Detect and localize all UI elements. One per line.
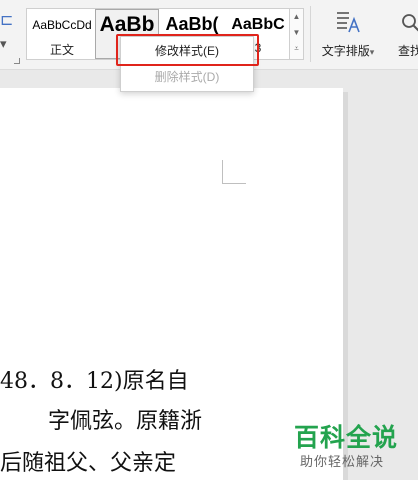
- find-replace-label: 查找: [398, 44, 418, 58]
- expand-gallery-icon[interactable]: ⩡: [290, 41, 303, 57]
- chevron-down-icon[interactable]: ▼: [290, 25, 303, 41]
- text-layout-button[interactable]: 文字排版▾: [314, 6, 382, 62]
- find-replace-button[interactable]: 查找: [394, 6, 418, 62]
- text-layout-label: 文字排版▾: [321, 44, 375, 58]
- watermark-title: 百科全说: [294, 424, 399, 452]
- document-line[interactable]: 后随祖父、父亲定: [0, 450, 176, 478]
- watermark-subtitle: 助你轻松解决: [300, 454, 385, 469]
- margin-corner-mark: [222, 160, 246, 184]
- document-line[interactable]: 字佩弦。原籍浙: [48, 408, 202, 436]
- chevron-up-icon[interactable]: ▲: [290, 9, 303, 25]
- watermark-logo: 百科全说 助你轻松解决: [294, 418, 418, 480]
- ribbon-left-stub: ⊏ ▾: [0, 0, 22, 70]
- ribbon-divider: [310, 6, 311, 62]
- menu-item-delete-style: 删除样式(D): [154, 70, 220, 84]
- style-name: 正文: [49, 43, 74, 57]
- style-preview: AaBbCcDd: [32, 18, 92, 32]
- dialog-launcher-icon[interactable]: [14, 58, 20, 64]
- gallery-scroll: ▲ ▼ ⩡: [290, 8, 304, 60]
- style-normal[interactable]: AaBbCcDd 正文: [29, 9, 95, 59]
- text-layout-icon: [337, 12, 360, 33]
- dropdown-icon[interactable]: ▾: [0, 36, 7, 52]
- paragraph-icon[interactable]: ⊏: [0, 10, 13, 30]
- document-line[interactable]: 48．8．12)原名自: [0, 368, 189, 396]
- find-replace-icon: [402, 14, 418, 32]
- highlight-box: [116, 34, 259, 66]
